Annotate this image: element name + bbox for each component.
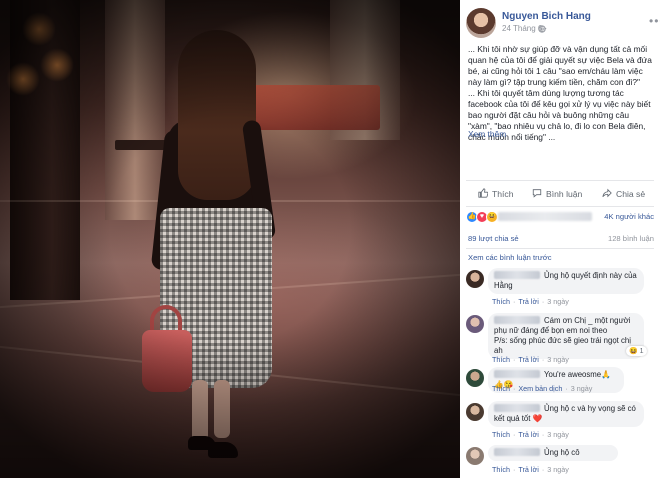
comment-button[interactable]: Bình luận: [532, 185, 582, 203]
comment-reply-link[interactable]: Trả lời: [518, 355, 538, 364]
reactor-names-blurred: [498, 212, 592, 221]
share-button[interactable]: Chia sẻ: [602, 185, 645, 203]
comment-like-link[interactable]: Thích: [492, 465, 510, 474]
comment-reply-link[interactable]: Trả lời: [518, 297, 538, 306]
comment-time[interactable]: 3 ngày: [547, 430, 569, 439]
reaction-icons: 👍 ♥ 😆: [466, 211, 498, 223]
post-photo[interactable]: [0, 0, 460, 478]
comment-item: Ủng hộ c và hy vọng sẽ có kết quả tốt ❤️…: [466, 401, 654, 441]
comment-item: Cám ơn Chị _ một người phụ nữ đáng để bọ…: [466, 313, 654, 365]
post-sidebar: Nguyen Bich Hang 24 Tháng 6 · ••• ... Kh…: [460, 0, 660, 478]
comment-bubble: Ủng hộ cô: [488, 445, 618, 461]
commenter-name-blurred[interactable]: [494, 316, 540, 324]
comment-item: You're aweosme🙏👍😘 Thích · Xem bản dịch · 3 n…: [466, 367, 654, 397]
reaction-count[interactable]: 4K người khác: [604, 212, 654, 221]
commenter-name-blurred[interactable]: [494, 271, 540, 279]
comment-bubble: Ủng hộ quyết định này của Hằng: [488, 268, 644, 294]
post-header: Nguyen Bich Hang 24 Tháng 6 · •••: [466, 8, 660, 40]
commenter-avatar[interactable]: [466, 369, 484, 387]
post-paragraph: ... Khi tôi nhờ sự giúp đỡ và vận dụng t…: [468, 44, 652, 87]
comment-reaction-badge[interactable]: 😆 1: [626, 346, 647, 356]
comment-reply-link[interactable]: Trả lời: [518, 465, 538, 474]
post-actions: Thích Bình luận Chia sẻ: [466, 185, 654, 203]
comment-translate-link[interactable]: Xem bản dịch: [518, 384, 562, 393]
comment-time[interactable]: 3 ngày: [547, 297, 569, 306]
comment-item: Ủng hộ quyết định này của Hằng Thích · Trả…: [466, 268, 654, 308]
comment-text: Ủng hộ cô: [544, 448, 580, 457]
share-count[interactable]: 89 lượt chia sẻ: [468, 234, 519, 243]
divider: [466, 248, 654, 249]
comment-like-link[interactable]: Thích: [492, 430, 510, 439]
reactions-summary[interactable]: 👍 ♥ 😆 4K người khác: [466, 210, 654, 224]
comment-item: Ủng hộ cô Thích · Trả lời · 3 ngày: [466, 445, 654, 475]
comment-reaction-count: 1: [639, 348, 644, 355]
comment-meta: Thích · Trả lời · 3 ngày: [492, 430, 569, 439]
comment-meta: Thích · Trả lời · 3 ngày: [492, 465, 569, 474]
view-previous-comments-link[interactable]: Xem các bình luận trước: [468, 253, 552, 262]
photo-vignette: [0, 0, 460, 478]
globe-icon: [538, 25, 546, 35]
like-label: Thích: [492, 189, 514, 199]
haha-reaction-icon: 😆: [486, 211, 498, 223]
share-stats: 89 lượt chia sẻ 128 bình luận: [468, 234, 654, 244]
divider: [466, 180, 654, 181]
commenter-avatar[interactable]: [466, 270, 484, 288]
comment-count[interactable]: 128 bình luận: [608, 234, 654, 243]
comment-bubble: Cám ơn Chị _ một người phụ nữ đáng để bọ…: [488, 313, 644, 359]
comment-meta: Thích · Trả lời · 3 ngày: [492, 297, 569, 306]
share-label: Chia sẻ: [616, 189, 646, 199]
author-name[interactable]: Nguyen Bich Hang: [502, 11, 591, 22]
comment-like-link[interactable]: Thích: [492, 297, 510, 306]
comment-meta: Thích · Trả lời · 3 ngày: [492, 355, 569, 364]
commenter-avatar[interactable]: [466, 315, 484, 333]
like-button[interactable]: Thích: [478, 185, 514, 203]
comment-meta: Thích · Xem bản dịch · 3 ngày: [492, 384, 593, 393]
thumbs-up-icon: [478, 187, 489, 201]
comment-like-link[interactable]: Thích: [492, 355, 510, 364]
comment-label: Bình luận: [546, 189, 583, 199]
comment-text-extra: P/s: sống phúc đức sẽ gieo trái ngọt chị…: [494, 336, 631, 355]
comment-time[interactable]: 3 ngày: [547, 355, 569, 364]
see-more-link[interactable]: Xem thêm: [468, 129, 506, 139]
commenter-avatar[interactable]: [466, 403, 484, 421]
commenter-name-blurred[interactable]: [494, 448, 540, 456]
comment-reply-link[interactable]: Trả lời: [518, 430, 538, 439]
commenter-name-blurred[interactable]: [494, 404, 540, 412]
more-options-icon[interactable]: •••: [649, 14, 660, 28]
comment-icon: [532, 188, 542, 201]
comment-bubble: Ủng hộ c và hy vọng sẽ có kết quả tốt ❤️: [488, 401, 644, 427]
share-icon: [602, 188, 612, 201]
commenter-name-blurred[interactable]: [494, 370, 540, 378]
commenter-avatar[interactable]: [466, 447, 484, 465]
comment-time[interactable]: 3 ngày: [571, 384, 593, 393]
comment-time[interactable]: 3 ngày: [547, 465, 569, 474]
author-avatar[interactable]: [466, 8, 496, 38]
comment-like-link[interactable]: Thích: [492, 384, 510, 393]
divider: [466, 206, 654, 207]
